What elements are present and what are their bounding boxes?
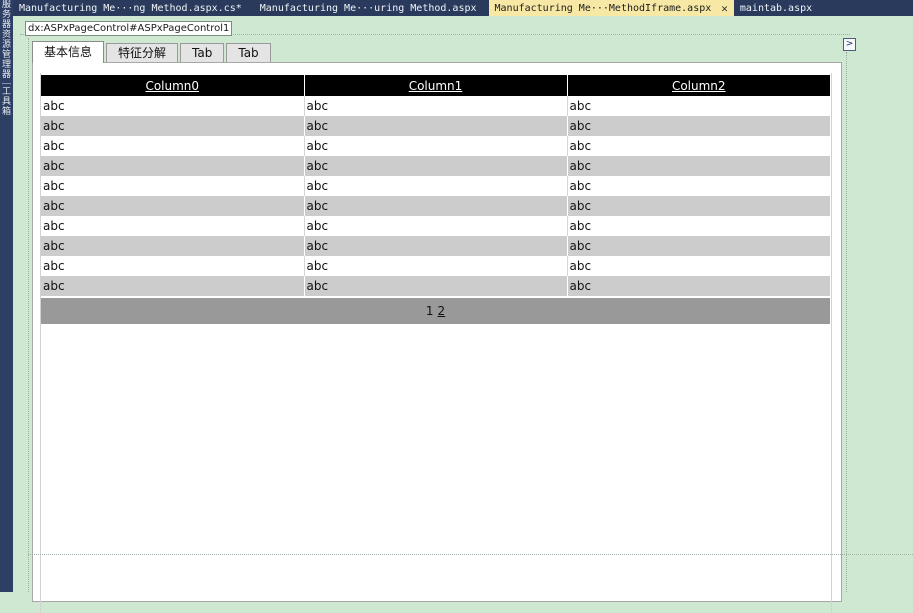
tab-basic-info[interactable]: 基本信息 bbox=[32, 41, 105, 63]
control-id-label[interactable]: dx:ASPxPageControl#ASPxPageControl1 bbox=[25, 21, 233, 36]
tab-third[interactable]: Tab bbox=[180, 43, 225, 63]
table-row: abc abc abc bbox=[41, 136, 830, 156]
table-cell: abc bbox=[566, 236, 830, 256]
table-cell: abc bbox=[41, 116, 304, 136]
table-row: abc abc abc bbox=[41, 196, 830, 216]
table-cell: abc bbox=[566, 276, 830, 296]
tab-feature-decomposition[interactable]: 特征分解 bbox=[106, 43, 179, 63]
page-control-content: Column0 Column1 Column2 abc abc abc abc abc… bbox=[32, 62, 842, 613]
pager-current-page: 1 bbox=[425, 304, 434, 318]
table-cell: abc bbox=[41, 136, 304, 156]
table-cell: abc bbox=[303, 236, 567, 256]
table-cell: abc bbox=[41, 176, 304, 196]
table-row: abc abc abc bbox=[41, 276, 830, 296]
column-header-0[interactable]: Column0 bbox=[41, 75, 304, 96]
document-tab-bar: Manufacturing Me···ng Method.aspx.cs* Ma… bbox=[13, 0, 913, 16]
toolbox-strip[interactable]: 服 务 器 资 源 管 理 器 工 具 箱 bbox=[0, 0, 13, 592]
table-cell: abc bbox=[303, 256, 567, 276]
table-row: abc abc abc bbox=[41, 216, 830, 236]
table-cell: abc bbox=[303, 96, 567, 116]
table-cell: abc bbox=[41, 196, 304, 216]
table-row: abc abc abc bbox=[41, 156, 830, 176]
page-control-tabs: 基本信息 特征分解 Tab Tab bbox=[32, 41, 273, 63]
doc-tab-label: Manufacturing Me···MethodIframe.aspx bbox=[494, 2, 712, 14]
doc-tab-label: Manufacturing Me···uring Method.aspx bbox=[259, 2, 477, 14]
table-cell: abc bbox=[303, 116, 567, 136]
smart-tag-arrow-icon[interactable]: > bbox=[843, 38, 856, 51]
doc-tab-aspx-cs[interactable]: Manufacturing Me···ng Method.aspx.cs* bbox=[13, 0, 248, 16]
table-cell: abc bbox=[41, 216, 304, 236]
strip-glyph: 务 bbox=[1, 10, 11, 20]
table-cell: abc bbox=[41, 256, 304, 276]
table-cell: abc bbox=[303, 216, 567, 236]
table-cell: abc bbox=[41, 236, 304, 256]
strip-glyph: 具 bbox=[1, 97, 11, 107]
grid-header-row: Column0 Column1 Column2 bbox=[41, 75, 830, 96]
pager-page-link[interactable]: 2 bbox=[438, 304, 446, 318]
table-cell: abc bbox=[41, 96, 304, 116]
design-guide-left bbox=[28, 38, 29, 592]
grid-pager: 12 bbox=[41, 298, 830, 324]
doc-tab-label: maintab.aspx bbox=[739, 2, 813, 14]
table-cell: abc bbox=[303, 156, 567, 176]
table-cell: abc bbox=[566, 116, 830, 136]
design-guide-bottom bbox=[28, 554, 913, 555]
close-icon[interactable]: ✕ bbox=[721, 2, 728, 15]
doc-tab-iframe-aspx[interactable]: Manufacturing Me···MethodIframe.aspx ✕ bbox=[488, 0, 734, 16]
tab-fourth[interactable]: Tab bbox=[226, 43, 271, 63]
table-cell: abc bbox=[566, 96, 830, 116]
table-cell: abc bbox=[303, 136, 567, 156]
strip-glyph: 资 bbox=[1, 30, 11, 40]
table-cell: abc bbox=[303, 176, 567, 196]
table-row: abc abc abc bbox=[41, 236, 830, 256]
strip-divider bbox=[2, 83, 11, 84]
table-cell: abc bbox=[566, 216, 830, 236]
table-cell: abc bbox=[303, 196, 567, 216]
design-guide-right bbox=[846, 52, 847, 592]
table-cell: abc bbox=[41, 276, 304, 296]
table-cell: abc bbox=[303, 276, 567, 296]
table-cell: abc bbox=[41, 156, 304, 176]
doc-tab-label: Manufacturing Me···ng Method.aspx.cs* bbox=[19, 2, 242, 14]
table-cell: abc bbox=[566, 156, 830, 176]
strip-glyph: 器 bbox=[1, 20, 11, 30]
table-cell: abc bbox=[566, 256, 830, 276]
table-row: abc abc abc bbox=[41, 256, 830, 276]
doc-tab-aspx[interactable]: Manufacturing Me···uring Method.aspx bbox=[254, 0, 483, 16]
data-grid: Column0 Column1 Column2 abc abc abc abc abc… bbox=[41, 75, 830, 296]
doc-tab-maintab[interactable]: maintab.aspx bbox=[734, 0, 818, 16]
strip-glyph: 源 bbox=[1, 40, 11, 50]
table-cell: abc bbox=[566, 176, 830, 196]
column-header-2[interactable]: Column2 bbox=[566, 75, 830, 96]
table-cell: abc bbox=[566, 196, 830, 216]
table-row: abc abc abc bbox=[41, 116, 830, 136]
strip-glyph: 箱 bbox=[1, 107, 11, 117]
table-row: abc abc abc bbox=[41, 176, 830, 196]
strip-glyph: 管 bbox=[1, 50, 11, 60]
table-row: abc abc abc bbox=[41, 96, 830, 116]
table-cell: abc bbox=[566, 136, 830, 156]
strip-glyph: 工 bbox=[1, 87, 11, 97]
strip-glyph: 理 bbox=[1, 60, 11, 70]
strip-glyph: 服 bbox=[1, 0, 11, 10]
column-header-1[interactable]: Column1 bbox=[303, 75, 567, 96]
strip-glyph: 器 bbox=[1, 70, 11, 80]
